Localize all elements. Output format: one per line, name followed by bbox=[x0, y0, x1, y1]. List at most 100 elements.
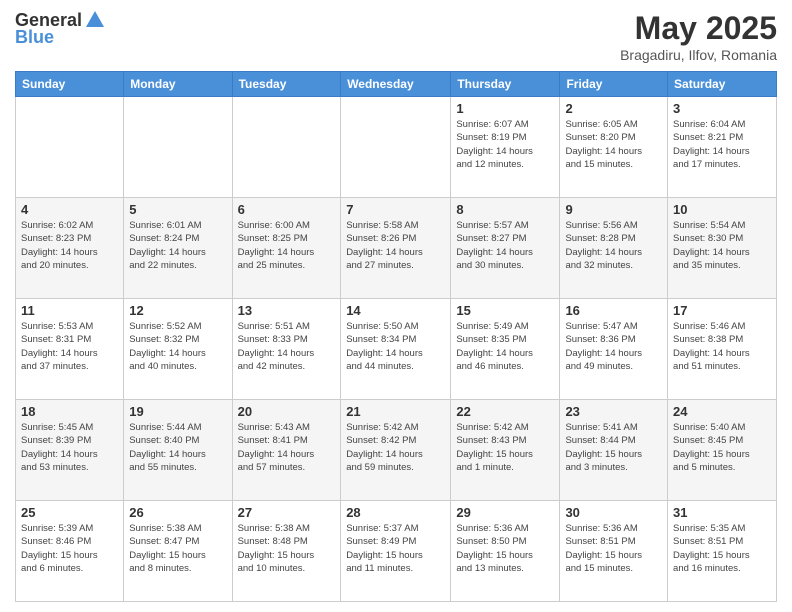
table-row: 23 Sunrise: 5:41 AM Sunset: 8:44 PM Dayli… bbox=[560, 400, 668, 501]
day-info: Sunrise: 5:56 AM Sunset: 8:28 PM Dayligh… bbox=[565, 219, 662, 272]
page: General Blue May 2025 Bragadiru, Ilfov, … bbox=[0, 0, 792, 612]
day-info: Sunrise: 5:41 AM Sunset: 8:44 PM Dayligh… bbox=[565, 421, 662, 474]
day-info: Sunrise: 5:54 AM Sunset: 8:30 PM Dayligh… bbox=[673, 219, 771, 272]
day-number: 20 bbox=[238, 404, 336, 419]
table-row: 28Sunrise: 5:37 AM Sunset: 8:49 PM Dayli… bbox=[341, 501, 451, 602]
title-block: May 2025 Bragadiru, Ilfov, Romania bbox=[620, 10, 777, 63]
calendar-week-row: 4 Sunrise: 6:02 AM Sunset: 8:23 PM Daylig… bbox=[16, 198, 777, 299]
day-number: 1 bbox=[456, 101, 554, 116]
day-info: Sunrise: 5:39 AM Sunset: 8:46 PM Dayligh… bbox=[21, 522, 118, 575]
table-row: 26 Sunrise: 5:38 AM Sunset: 8:47 PM Dayli… bbox=[124, 501, 232, 602]
day-number: 3 bbox=[673, 101, 771, 116]
day-number: 29 bbox=[456, 505, 554, 520]
calendar-location: Bragadiru, Ilfov, Romania bbox=[620, 47, 777, 63]
day-number: 28 bbox=[346, 505, 445, 520]
day-number: 12 bbox=[129, 303, 226, 318]
day-number: 30 bbox=[565, 505, 662, 520]
calendar-week-row: 11Sunrise: 5:53 AM Sunset: 8:31 PM Dayli… bbox=[16, 299, 777, 400]
header-sunday: Sunday bbox=[16, 72, 124, 97]
header-wednesday: Wednesday bbox=[341, 72, 451, 97]
table-row: 20Sunrise: 5:43 AM Sunset: 8:41 PM Dayli… bbox=[232, 400, 341, 501]
table-row: 21 Sunrise: 5:42 AM Sunset: 8:42 PM Dayli… bbox=[341, 400, 451, 501]
day-info: Sunrise: 5:45 AM Sunset: 8:39 PM Dayligh… bbox=[21, 421, 118, 474]
calendar-table: Sunday Monday Tuesday Wednesday Thursday… bbox=[15, 71, 777, 602]
header-thursday: Thursday bbox=[451, 72, 560, 97]
header-saturday: Saturday bbox=[668, 72, 777, 97]
day-number: 8 bbox=[456, 202, 554, 217]
day-number: 13 bbox=[238, 303, 336, 318]
table-row bbox=[16, 97, 124, 198]
table-row: 24 Sunrise: 5:40 AM Sunset: 8:45 PM Dayli… bbox=[668, 400, 777, 501]
day-info: Sunrise: 5:49 AM Sunset: 8:35 PM Dayligh… bbox=[456, 320, 554, 373]
day-number: 16 bbox=[565, 303, 662, 318]
table-row: 15Sunrise: 5:49 AM Sunset: 8:35 PM Dayli… bbox=[451, 299, 560, 400]
day-info: Sunrise: 6:00 AM Sunset: 8:25 PM Dayligh… bbox=[238, 219, 336, 272]
calendar-week-row: 25Sunrise: 5:39 AM Sunset: 8:46 PM Dayli… bbox=[16, 501, 777, 602]
day-number: 17 bbox=[673, 303, 771, 318]
table-row: 13 Sunrise: 5:51 AM Sunset: 8:33 PM Dayli… bbox=[232, 299, 341, 400]
day-info: Sunrise: 5:36 AM Sunset: 8:50 PM Dayligh… bbox=[456, 522, 554, 575]
table-row: 29 Sunrise: 5:36 AM Sunset: 8:50 PM Dayli… bbox=[451, 501, 560, 602]
day-info: Sunrise: 5:58 AM Sunset: 8:26 PM Dayligh… bbox=[346, 219, 445, 272]
table-row: 30 Sunrise: 5:36 AM Sunset: 8:51 PM Dayli… bbox=[560, 501, 668, 602]
day-number: 9 bbox=[565, 202, 662, 217]
table-row: 16Sunrise: 5:47 AM Sunset: 8:36 PM Dayli… bbox=[560, 299, 668, 400]
calendar-title: May 2025 bbox=[620, 10, 777, 47]
day-info: Sunrise: 5:38 AM Sunset: 8:47 PM Dayligh… bbox=[129, 522, 226, 575]
logo: General Blue bbox=[15, 10, 106, 48]
day-info: Sunrise: 5:57 AM Sunset: 8:27 PM Dayligh… bbox=[456, 219, 554, 272]
table-row: 6 Sunrise: 6:00 AM Sunset: 8:25 PM Daylig… bbox=[232, 198, 341, 299]
day-number: 23 bbox=[565, 404, 662, 419]
day-info: Sunrise: 5:36 AM Sunset: 8:51 PM Dayligh… bbox=[565, 522, 662, 575]
day-number: 10 bbox=[673, 202, 771, 217]
day-info: Sunrise: 5:52 AM Sunset: 8:32 PM Dayligh… bbox=[129, 320, 226, 373]
table-row: 12 Sunrise: 5:52 AM Sunset: 8:32 PM Dayli… bbox=[124, 299, 232, 400]
calendar-week-row: 18 Sunrise: 5:45 AM Sunset: 8:39 PM Dayli… bbox=[16, 400, 777, 501]
day-number: 19 bbox=[129, 404, 226, 419]
day-number: 21 bbox=[346, 404, 445, 419]
table-row: 7 Sunrise: 5:58 AM Sunset: 8:26 PM Daylig… bbox=[341, 198, 451, 299]
header-tuesday: Tuesday bbox=[232, 72, 341, 97]
day-info: Sunrise: 5:38 AM Sunset: 8:48 PM Dayligh… bbox=[238, 522, 336, 575]
day-info: Sunrise: 6:02 AM Sunset: 8:23 PM Dayligh… bbox=[21, 219, 118, 272]
day-info: Sunrise: 5:46 AM Sunset: 8:38 PM Dayligh… bbox=[673, 320, 771, 373]
day-number: 11 bbox=[21, 303, 118, 318]
table-row: 27 Sunrise: 5:38 AM Sunset: 8:48 PM Dayli… bbox=[232, 501, 341, 602]
header: General Blue May 2025 Bragadiru, Ilfov, … bbox=[15, 10, 777, 63]
calendar-week-row: 1 Sunrise: 6:07 AM Sunset: 8:19 PM Daylig… bbox=[16, 97, 777, 198]
table-row: 31 Sunrise: 5:35 AM Sunset: 8:51 PM Dayli… bbox=[668, 501, 777, 602]
table-row: 10 Sunrise: 5:54 AM Sunset: 8:30 PM Dayli… bbox=[668, 198, 777, 299]
day-info: Sunrise: 5:42 AM Sunset: 8:42 PM Dayligh… bbox=[346, 421, 445, 474]
day-number: 26 bbox=[129, 505, 226, 520]
day-number: 27 bbox=[238, 505, 336, 520]
day-info: Sunrise: 6:01 AM Sunset: 8:24 PM Dayligh… bbox=[129, 219, 226, 272]
table-row bbox=[232, 97, 341, 198]
day-number: 31 bbox=[673, 505, 771, 520]
day-number: 4 bbox=[21, 202, 118, 217]
day-info: Sunrise: 5:35 AM Sunset: 8:51 PM Dayligh… bbox=[673, 522, 771, 575]
day-number: 2 bbox=[565, 101, 662, 116]
header-friday: Friday bbox=[560, 72, 668, 97]
day-info: Sunrise: 5:50 AM Sunset: 8:34 PM Dayligh… bbox=[346, 320, 445, 373]
table-row: 9 Sunrise: 5:56 AM Sunset: 8:28 PM Daylig… bbox=[560, 198, 668, 299]
day-number: 5 bbox=[129, 202, 226, 217]
day-number: 14 bbox=[346, 303, 445, 318]
day-info: Sunrise: 5:51 AM Sunset: 8:33 PM Dayligh… bbox=[238, 320, 336, 373]
day-number: 18 bbox=[21, 404, 118, 419]
day-number: 24 bbox=[673, 404, 771, 419]
day-info: Sunrise: 5:42 AM Sunset: 8:43 PM Dayligh… bbox=[456, 421, 554, 474]
table-row: 25Sunrise: 5:39 AM Sunset: 8:46 PM Dayli… bbox=[16, 501, 124, 602]
logo-icon bbox=[84, 9, 106, 31]
table-row bbox=[341, 97, 451, 198]
day-info: Sunrise: 6:07 AM Sunset: 8:19 PM Dayligh… bbox=[456, 118, 554, 171]
table-row: 3Sunrise: 6:04 AM Sunset: 8:21 PM Daylig… bbox=[668, 97, 777, 198]
day-number: 22 bbox=[456, 404, 554, 419]
table-row: 17 Sunrise: 5:46 AM Sunset: 8:38 PM Dayli… bbox=[668, 299, 777, 400]
day-info: Sunrise: 5:40 AM Sunset: 8:45 PM Dayligh… bbox=[673, 421, 771, 474]
table-row bbox=[124, 97, 232, 198]
day-number: 6 bbox=[238, 202, 336, 217]
table-row: 14 Sunrise: 5:50 AM Sunset: 8:34 PM Dayli… bbox=[341, 299, 451, 400]
day-number: 7 bbox=[346, 202, 445, 217]
table-row: 2Sunrise: 6:05 AM Sunset: 8:20 PM Daylig… bbox=[560, 97, 668, 198]
table-row: 22 Sunrise: 5:42 AM Sunset: 8:43 PM Dayli… bbox=[451, 400, 560, 501]
